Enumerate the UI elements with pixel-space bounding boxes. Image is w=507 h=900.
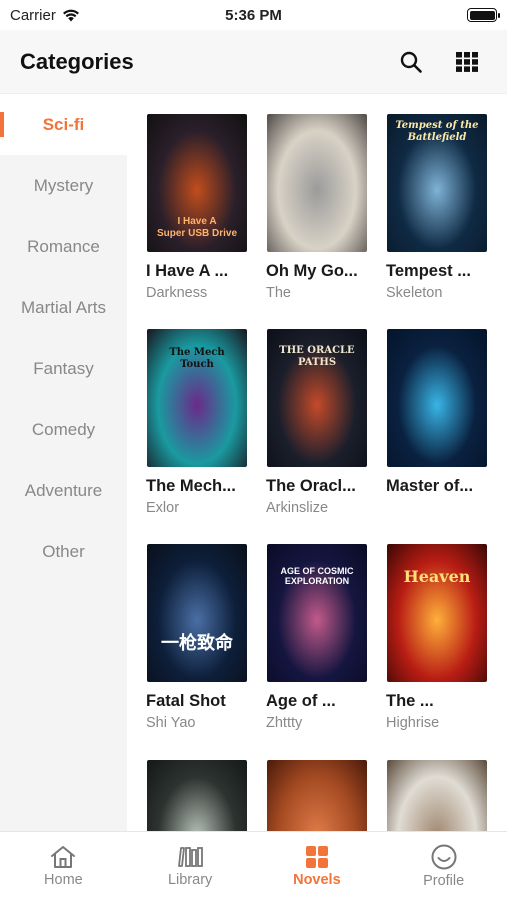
cover-title bbox=[313, 114, 321, 120]
tab-label: Profile bbox=[423, 873, 465, 889]
sidebar-item-sci-fi[interactable]: Sci-fi bbox=[0, 94, 127, 155]
cover-title bbox=[433, 329, 441, 335]
book-cover bbox=[387, 329, 487, 467]
book-card[interactable] bbox=[127, 760, 247, 831]
cover-title: THE ORACLE PATHS bbox=[279, 345, 355, 368]
cover-title: I Have A Super USB Drive bbox=[156, 216, 238, 239]
book-card[interactable]: Oh My Go... The bbox=[247, 114, 367, 301]
book-cover: AGE OF COSMIC EXPLORATION bbox=[267, 544, 367, 682]
book-card[interactable]: THE ORACLE PATHS The Oracl... Arkinslize bbox=[247, 329, 367, 516]
home-icon bbox=[51, 846, 76, 868]
cover-title: The Mech Touch bbox=[169, 347, 225, 370]
header: Categories bbox=[0, 30, 507, 94]
tab-label: Library bbox=[167, 872, 213, 888]
book-title: The ... bbox=[386, 692, 434, 710]
book-cover: I Have A Super USB Drive bbox=[147, 114, 247, 252]
cover-title: AGE OF COSMIC EXPLORATION bbox=[280, 566, 354, 587]
book-cover: The Mech Touch bbox=[147, 329, 247, 467]
book-card[interactable]: 一枪致命 Fatal Shot Shi Yao bbox=[127, 544, 247, 731]
tab-novels[interactable]: Novels bbox=[254, 832, 381, 900]
book-cover bbox=[147, 760, 247, 831]
search-icon bbox=[400, 51, 422, 73]
book-author: Arkinslize bbox=[266, 500, 329, 516]
book-title: Fatal Shot bbox=[146, 692, 226, 710]
tab-label: Home bbox=[44, 872, 83, 888]
tab-label: Novels bbox=[293, 872, 341, 888]
status-bar: Carrier 5:36 PM bbox=[0, 0, 507, 30]
book-cover bbox=[387, 760, 487, 831]
tab-library[interactable]: Library bbox=[127, 832, 254, 900]
sidebar-item-comedy[interactable]: Comedy bbox=[0, 399, 127, 460]
book-card[interactable]: Heaven The ... Highrise bbox=[367, 544, 487, 731]
sidebar-item-label: Adventure bbox=[24, 480, 103, 500]
sidebar-item-romance[interactable]: Romance bbox=[0, 216, 127, 277]
book-card[interactable] bbox=[247, 760, 367, 831]
status-left: Carrier bbox=[10, 7, 80, 24]
novels-icon bbox=[305, 846, 328, 868]
book-author: Shi Yao bbox=[146, 715, 196, 731]
book-cover: THE ORACLE PATHS bbox=[267, 329, 367, 467]
search-button[interactable] bbox=[391, 42, 431, 82]
grid-icon bbox=[456, 51, 478, 72]
book-cover bbox=[267, 114, 367, 252]
book-title: Tempest ... bbox=[386, 262, 471, 280]
sidebar-item-label: Fantasy bbox=[33, 358, 94, 378]
book-card[interactable]: The Mech Touch The Mech... Exlor bbox=[127, 329, 247, 516]
book-title: I Have A ... bbox=[146, 262, 229, 280]
book-title: Master of... bbox=[386, 477, 474, 495]
profile-icon bbox=[431, 844, 457, 870]
tab-home[interactable]: Home bbox=[0, 832, 127, 900]
sidebar-item-label: Mystery bbox=[33, 175, 94, 195]
page-title: Categories bbox=[20, 48, 134, 74]
sidebar-item-mystery[interactable]: Mystery bbox=[0, 155, 127, 216]
category-sidebar: Sci-fi Mystery Romance Martial Arts Fant… bbox=[0, 94, 127, 831]
book-author: Exlor bbox=[146, 500, 180, 516]
book-grid: I Have A Super USB Drive I Have A ... Da… bbox=[127, 94, 507, 831]
book-cover: 一枪致命 bbox=[147, 544, 247, 682]
book-card[interactable]: AGE OF COSMIC EXPLORATION Age of ... Zht… bbox=[247, 544, 367, 731]
wifi-icon bbox=[62, 9, 79, 21]
book-author: Skeleton bbox=[386, 285, 443, 301]
book-author: The bbox=[266, 285, 291, 301]
cover-title: 一枪致命 bbox=[161, 633, 233, 654]
book-cover: Tempest of the Battlefield bbox=[387, 114, 487, 252]
cover-title: Heaven bbox=[403, 567, 471, 586]
carrier-label: Carrier bbox=[10, 6, 56, 24]
library-icon bbox=[178, 847, 204, 867]
book-title: The Oracl... bbox=[266, 477, 356, 495]
sidebar-item-martial-arts[interactable]: Martial Arts bbox=[0, 277, 127, 338]
book-title: The Mech... bbox=[146, 477, 236, 495]
book-title: Age of ... bbox=[266, 692, 336, 710]
sidebar-item-label: Comedy bbox=[31, 419, 96, 439]
book-author: Darkness bbox=[146, 285, 208, 301]
book-card[interactable] bbox=[367, 760, 487, 831]
book-cover: Heaven bbox=[387, 544, 487, 682]
sidebar-item-label: Other bbox=[42, 541, 85, 561]
sidebar-item-fantasy[interactable]: Fantasy bbox=[0, 338, 127, 399]
sidebar-item-adventure[interactable]: Adventure bbox=[0, 460, 127, 521]
cover-title: Tempest of the Battlefield bbox=[395, 120, 479, 143]
bottom-tab-bar: Home Library Novels Profile bbox=[0, 831, 507, 900]
book-cover bbox=[267, 760, 367, 831]
book-card[interactable]: Tempest of the Battlefield Tempest ... S… bbox=[367, 114, 487, 301]
battery-icon bbox=[467, 8, 500, 22]
sidebar-item-label: Sci-fi bbox=[42, 114, 85, 134]
tab-profile[interactable]: Profile bbox=[380, 832, 507, 900]
book-author: Zhttty bbox=[266, 715, 303, 731]
grid-view-button[interactable] bbox=[447, 42, 487, 82]
sidebar-item-label: Martial Arts bbox=[20, 297, 107, 317]
sidebar-item-label: Romance bbox=[27, 236, 100, 256]
book-author: Highrise bbox=[386, 715, 440, 731]
book-card[interactable]: Master of... bbox=[367, 329, 487, 500]
sidebar-item-other[interactable]: Other bbox=[0, 521, 127, 582]
book-card[interactable]: I Have A Super USB Drive I Have A ... Da… bbox=[127, 114, 247, 301]
book-title: Oh My Go... bbox=[266, 262, 358, 280]
